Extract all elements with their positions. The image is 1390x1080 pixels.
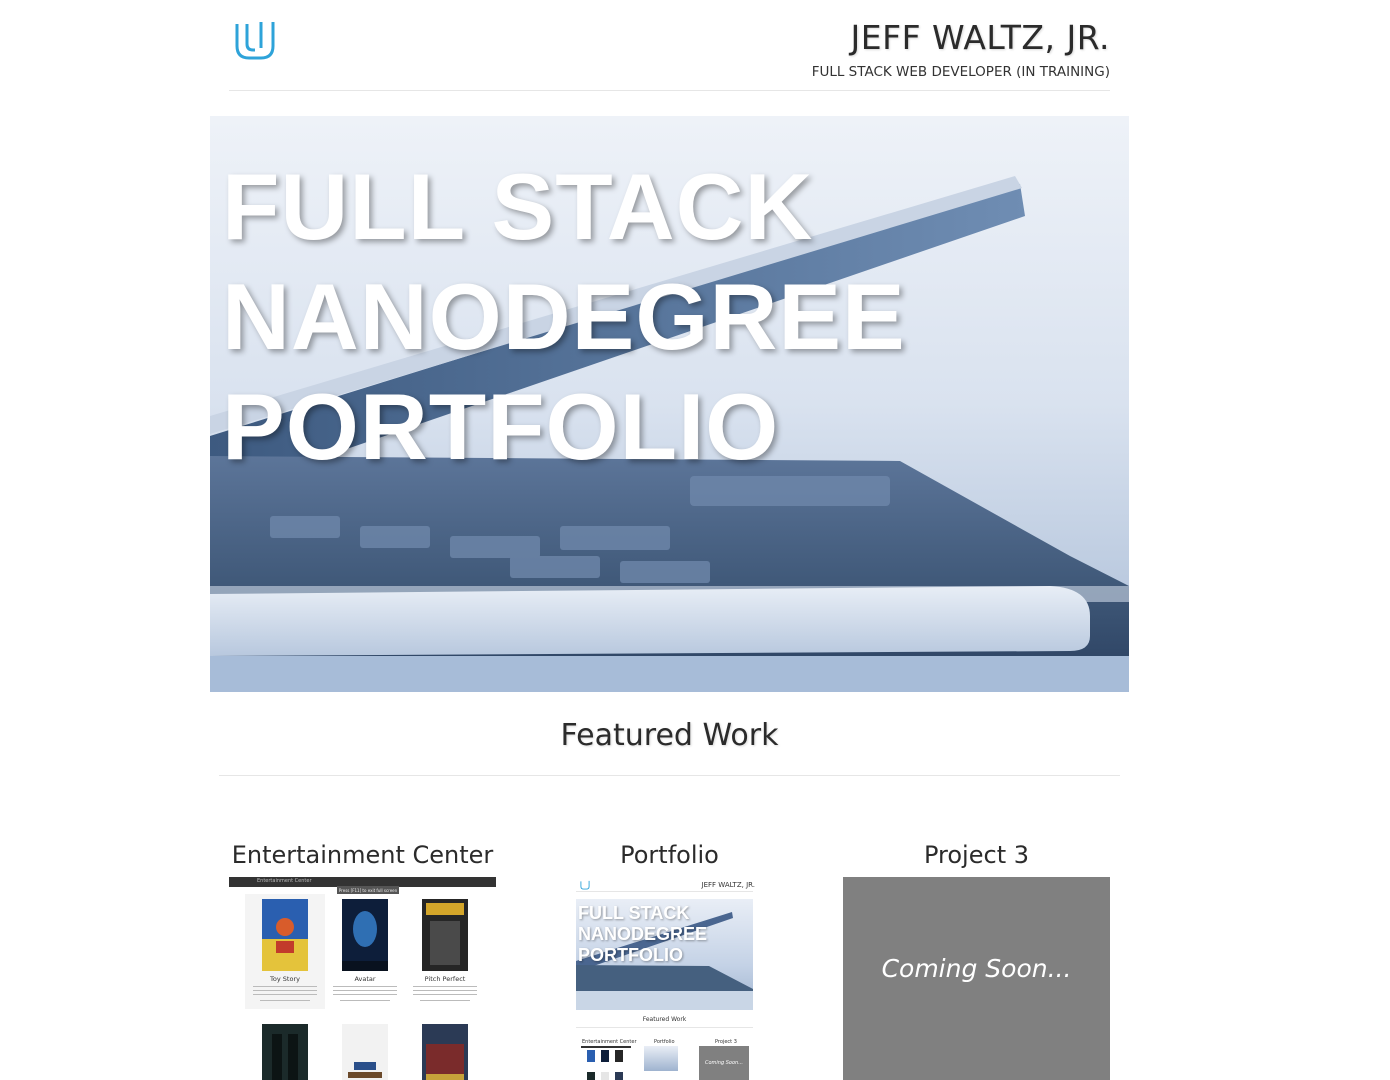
preview-coming-soon: Coming Soon... [705,1060,743,1066]
text-line [253,986,317,988]
project-thumbnail[interactable]: Entertainment Center Press [F11] to exit… [229,877,496,1080]
preview-project-title: Entertainment Center [582,1039,637,1045]
divider [219,775,1120,776]
preview-hero: FULL STACK NANODEGREE PORTFOLIO [576,899,753,1010]
text-line [333,990,397,992]
movie-poster [262,899,308,971]
movie-title: Toy Story [270,975,300,983]
hero-title-line: FULL STACK [222,154,814,259]
coming-soon-text: Coming Soon... [881,954,1072,983]
project-title: Project 3 [923,841,1029,869]
text-line [260,1000,310,1002]
site-owner-name: JEFF WALTZ, JR. [850,18,1110,57]
preview-featured-heading: Featured Work [642,1016,687,1023]
text-line [340,1000,390,1002]
text-line [333,994,397,996]
site-subtitle: FULL STACK WEB DEVELOPER (IN TRAINING) [811,64,1110,80]
page: JEFF WALTZ, JR. FULL STACK WEB DEVELOPER… [0,0,1390,1080]
text-line [413,990,477,992]
preview-thumb: Coming Soon... [699,1046,749,1080]
project-thumbnail[interactable]: Coming Soon... [843,877,1110,1080]
movie-poster [422,899,468,971]
project-thumbnail[interactable]: JEFF WALTZ, JR. FULL STACK NANODEGREE PO… [536,877,803,1080]
text-line [420,1000,470,1002]
preview-hero-title: FULL STACK NANODEGREE PORTFOLIO [578,903,707,966]
text-line [253,990,317,992]
movie-card: Pitch Perfect [405,894,485,1009]
movie-card: Avatar [325,894,405,1009]
text-line [333,986,397,988]
movie-title: Avatar [354,975,376,983]
text-line [253,994,317,996]
site-header: JEFF WALTZ, JR. FULL STACK WEB DEVELOPER… [229,0,1110,91]
project-card-project-3[interactable]: Project 3 Coming Soon... [843,838,1110,1080]
thumb-nav-title: Entertainment Center [257,878,312,884]
project-title: Portfolio [620,841,719,869]
preview-thumb [581,1046,631,1080]
text-line [413,986,477,988]
preview-name: JEFF WALTZ, JR. [701,881,755,889]
movie-title: Pitch Perfect [424,975,466,983]
divider [576,891,753,892]
project-title: Entertainment Center [231,841,494,869]
portfolio-preview: JEFF WALTZ, JR. FULL STACK NANODEGREE PO… [536,877,803,1080]
project-card-entertainment-center[interactable]: Entertainment Center Entertainment Cente… [229,838,496,1080]
movie-poster [342,1024,388,1080]
movie-card: Toy Story [245,894,325,1009]
preview-project-title: Portfolio [654,1039,675,1045]
hero-title: FULL STACK NANODEGREE PORTFOLIO [222,152,906,482]
hero-banner: FULL STACK NANODEGREE PORTFOLIO [210,116,1129,692]
project-card-portfolio[interactable]: Portfolio JEFF WALTZ, JR. FULL STACK NAN… [536,838,803,1080]
udacity-logo-icon [580,880,590,890]
udacity-logo-icon[interactable] [233,18,277,62]
preview-thumb [644,1046,678,1071]
hero-title-line: PORTFOLIO [222,374,780,479]
coming-soon-placeholder: Coming Soon... [843,877,1110,1080]
movie-poster [262,1024,308,1080]
movie-poster [342,899,388,971]
featured-work-heading: Featured Work [560,718,779,753]
preview-hero-line: PORTFOLIO [578,945,683,965]
preview-hero-line: NANODEGREE [578,924,708,944]
preview-project-title: Project 3 [715,1039,737,1045]
text-line [413,994,477,996]
divider [576,1027,753,1028]
hero-title-line: NANODEGREE [222,264,906,369]
movie-poster [422,1024,468,1080]
preview-hero-line: FULL STACK [578,903,690,923]
